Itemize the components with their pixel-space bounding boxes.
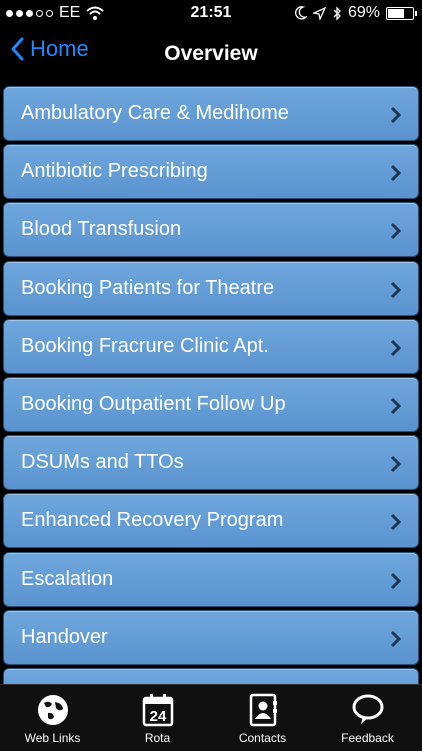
list-item[interactable]: DSUMs and TTOs xyxy=(3,435,419,491)
chevron-right-icon xyxy=(390,456,402,473)
list-item[interactable] xyxy=(3,668,419,684)
tab-contacts[interactable]: Contacts xyxy=(210,685,315,751)
status-bar: EE 21:51 69% xyxy=(0,0,422,26)
chevron-right-icon xyxy=(390,223,402,240)
tab-label: Contacts xyxy=(238,731,287,745)
list-item-label: Booking Outpatient Follow Up xyxy=(21,393,286,415)
location-arrow-icon xyxy=(312,6,326,20)
tab-label: Feedback xyxy=(341,731,394,745)
list-item-label: Antibiotic Prescribing xyxy=(21,160,208,183)
tab-web-links[interactable]: Web Links xyxy=(0,685,105,751)
list-item[interactable]: Enhanced Recovery Program xyxy=(3,493,419,549)
list-item-label: Booking Fracrure Clinic Apt. xyxy=(21,334,269,357)
tab-bar: Web Links 24 Rota Contacts Feedback xyxy=(0,684,422,751)
globe-icon xyxy=(37,695,68,725)
chevron-right-icon xyxy=(390,514,402,531)
list-item[interactable]: Blood Transfusion xyxy=(3,202,419,258)
bluetooth-icon xyxy=(333,5,341,21)
list-item[interactable]: Antibiotic Prescribing xyxy=(3,144,419,200)
tab-feedback[interactable]: Feedback xyxy=(315,685,420,751)
calendar-day: 24 xyxy=(149,708,166,725)
navigation-bar: Home Overview xyxy=(0,26,422,84)
list-item-label: DSUMs and TTOs xyxy=(21,451,184,474)
list-item-label: Blood Transfusion xyxy=(21,218,182,241)
list-item-label: Escalation xyxy=(21,567,114,590)
page-title: Overview xyxy=(164,42,258,65)
tab-rota[interactable]: 24 Rota xyxy=(105,685,210,751)
list-item-label: Enhanced Recovery Program xyxy=(21,509,284,532)
list-item[interactable]: Escalation xyxy=(3,551,419,607)
moon-icon xyxy=(295,6,307,20)
tab-label: Rota xyxy=(144,731,171,745)
topic-list: Ambulatory Care & Medihome Antibiotic Pre… xyxy=(0,84,422,684)
list-item-label: Ambulatory Care & Medihome xyxy=(21,102,289,124)
calendar-icon: 24 xyxy=(142,694,173,727)
list-item[interactable]: Booking Outpatient Follow Up xyxy=(3,377,419,432)
chevron-right-icon xyxy=(390,281,402,298)
tab-label: Web Links xyxy=(24,731,81,745)
chevron-right-icon xyxy=(390,339,402,356)
list-item[interactable]: Ambulatory Care & Medihome xyxy=(3,86,419,141)
list-item[interactable]: Booking Patients for Theatre xyxy=(3,260,419,316)
chevron-right-icon xyxy=(390,397,402,415)
chevron-right-icon xyxy=(390,572,402,589)
battery-icon xyxy=(386,6,417,20)
list-item-label: Handover xyxy=(21,625,108,648)
chevron-right-icon xyxy=(390,630,402,647)
chevron-right-icon xyxy=(390,106,402,124)
list-item[interactable]: Handover xyxy=(3,609,419,665)
speech-bubble-icon xyxy=(352,694,383,724)
list-item[interactable]: Booking Fracrure Clinic Apt. xyxy=(3,318,419,374)
contacts-book-icon xyxy=(249,693,277,727)
list-item-label: Booking Patients for Theatre xyxy=(21,276,275,299)
battery-percent: 69% xyxy=(347,4,380,21)
chevron-right-icon xyxy=(390,165,402,182)
